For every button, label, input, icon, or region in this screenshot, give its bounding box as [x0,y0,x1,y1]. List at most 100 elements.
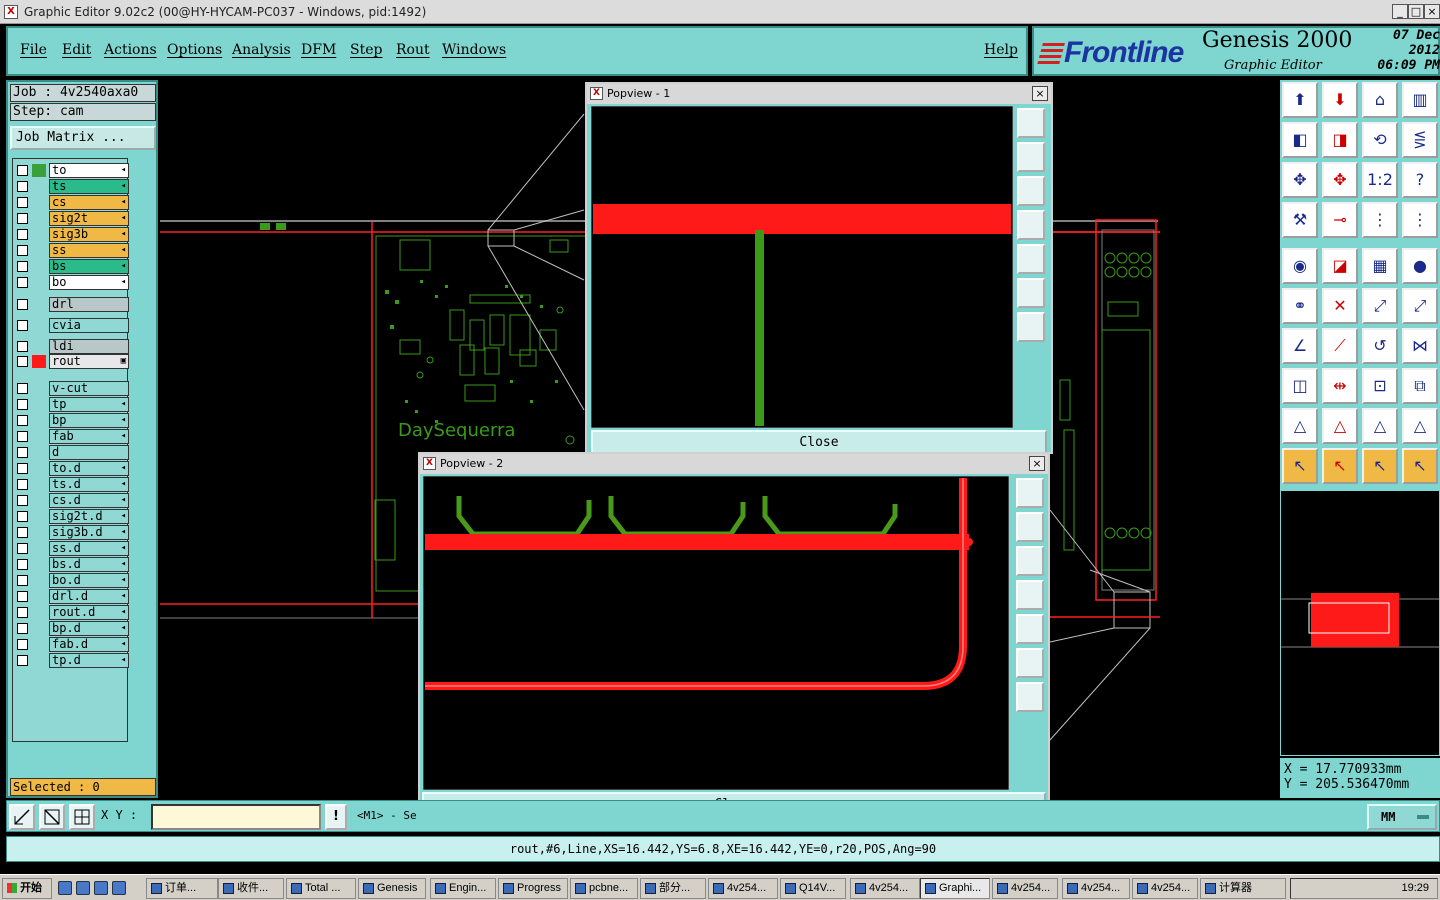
taskbar-item[interactable]: Progress [498,878,568,899]
layer-name[interactable]: v-cut [49,381,129,396]
layer-row-fab[interactable]: fab ◂ [15,429,129,444]
layer-color-swatch[interactable] [32,414,46,427]
popview-1-zoom-out-button[interactable] [1017,312,1045,342]
layer-checkbox[interactable] [17,181,28,192]
layer-row-tp[interactable]: tp ◂ [15,397,129,412]
layer-name[interactable]: ts.d ◂ [49,477,129,492]
color-tool-button[interactable]: ◪ [1322,248,1358,284]
layer-checkbox[interactable] [17,479,28,490]
layer-name[interactable]: drl [49,297,129,312]
delete-tool-button[interactable]: ✕ [1322,288,1358,324]
layer-row-d[interactable]: d [15,445,129,460]
minimize-button[interactable]: _ [1392,4,1408,19]
layer-row-bo[interactable]: bo ◂ [15,275,129,290]
popview-2-zoom-fit-button[interactable] [1016,478,1044,508]
layer-color-swatch[interactable] [32,340,46,353]
taskbar-item[interactable]: 订单... [146,878,218,899]
layer-row-bs[interactable]: bs ◂ [15,259,129,274]
layer-checkbox[interactable] [17,197,28,208]
start-button[interactable]: 开始 [2,878,52,899]
menu-options[interactable]: Options [167,42,222,58]
layer-checkbox[interactable] [17,356,28,367]
layer-color-swatch[interactable] [32,638,46,651]
layer-checkbox[interactable] [17,639,28,650]
layer-name[interactable]: ss ◂ [49,243,129,258]
taskbar-item[interactable]: 计算器 [1200,878,1286,899]
layer-color-swatch[interactable] [32,398,46,411]
grid-button[interactable] [69,804,95,830]
popview-1-pan-up-button[interactable] [1017,142,1045,172]
layer-checkbox[interactable] [17,415,28,426]
layer-checkbox[interactable] [17,591,28,602]
layer-checkbox[interactable] [17,399,28,410]
layer-color-swatch[interactable] [32,574,46,587]
layer-color-swatch[interactable] [32,164,46,177]
layer-checkbox[interactable] [17,277,28,288]
menu-analysis[interactable]: Analysis [232,42,291,58]
layer-name[interactable]: rout.d ◂ [49,605,129,620]
layer-row-sig3b.d[interactable]: sig3b.d ◂ [15,525,129,540]
popview-2-canvas[interactable] [423,476,1009,790]
fit-view-button[interactable]: ✥ [1282,162,1318,198]
layer-color-swatch[interactable] [32,276,46,289]
taskbar-item[interactable]: Total ... [286,878,356,899]
pointer-d-button[interactable]: ↖ [1402,448,1438,484]
pan-left-button[interactable]: ◧ [1282,122,1318,158]
pointer-b-button[interactable]: ↖ [1322,448,1358,484]
layer-row-drl.d[interactable]: drl.d ◂ [15,589,129,604]
layer-color-swatch[interactable] [32,260,46,273]
center-view-button[interactable]: ✥ [1322,162,1358,198]
snap-mode-button[interactable] [9,804,35,830]
popview-2-close-x[interactable]: × [1029,456,1045,471]
layer-color-swatch[interactable] [32,558,46,571]
layer-tool-a-button[interactable]: ⋮ [1362,202,1398,238]
taskbar-item[interactable]: 收件... [218,878,284,899]
layer-checkbox[interactable] [17,495,28,506]
popview-2-zoom-out-button[interactable] [1016,682,1044,712]
layer-name[interactable]: cs ◂ [49,195,129,210]
layer-color-swatch[interactable] [32,355,46,368]
mirror-tool-button[interactable]: ⋈ [1402,328,1438,364]
layer-checkbox[interactable] [17,575,28,586]
layer-name[interactable]: fab ◂ [49,429,129,444]
layer-row-to.d[interactable]: to.d ◂ [15,461,129,476]
layer-color-swatch[interactable] [32,510,46,523]
menu-windows[interactable]: Windows [442,42,506,58]
layer-row-sig2t[interactable]: sig2t ◂ [15,211,129,226]
layer-color-swatch[interactable] [32,494,46,507]
layer-checkbox[interactable] [17,299,28,310]
angle-tool-button[interactable]: ∠ [1282,328,1318,364]
taskbar-item[interactable]: 4v254... [708,878,778,899]
menu-dfm[interactable]: DFM [301,42,336,58]
desktop-quicklaunch-icon[interactable] [76,881,90,895]
layer-checkbox[interactable] [17,559,28,570]
layer-checkbox[interactable] [17,431,28,442]
menu-rout[interactable]: Rout [396,42,430,58]
layer-checkbox[interactable] [17,213,28,224]
arc-tool-button[interactable]: ↺ [1362,328,1398,364]
units-selector[interactable]: MM [1367,804,1437,830]
taskbar-item[interactable]: Graphi... [920,878,990,899]
outlook-quicklaunch-icon[interactable] [94,881,108,895]
layer-checkbox[interactable] [17,261,28,272]
taskbar-item[interactable]: Genesis [358,878,426,899]
snap-tool-button[interactable]: ⊸ [1322,202,1358,238]
layer-color-swatch[interactable] [32,430,46,443]
pad-tool-button[interactable]: ◫ [1282,368,1318,404]
layer-name[interactable]: to.d ◂ [49,461,129,476]
ruler-tool-button[interactable]: ▦ [1362,248,1398,284]
taskbar-item[interactable]: pcbne... [570,878,638,899]
layer-color-swatch[interactable] [32,228,46,241]
layer-color-swatch[interactable] [32,590,46,603]
popview-2-pan-right-button[interactable] [1016,614,1044,644]
layer-color-swatch[interactable] [32,319,46,332]
popview-1-canvas[interactable] [591,106,1013,428]
options-tool-button[interactable]: ⚒ [1282,202,1318,238]
close-window-button[interactable]: × [1424,4,1440,19]
layer-name[interactable]: tp.d ◂ [49,653,129,668]
layer-checkbox[interactable] [17,229,28,240]
layer-checkbox[interactable] [17,245,28,256]
overview-map[interactable] [1280,490,1440,756]
layer-name[interactable]: d [49,445,129,460]
layer-tool-b-button[interactable]: ⋮ [1402,202,1438,238]
